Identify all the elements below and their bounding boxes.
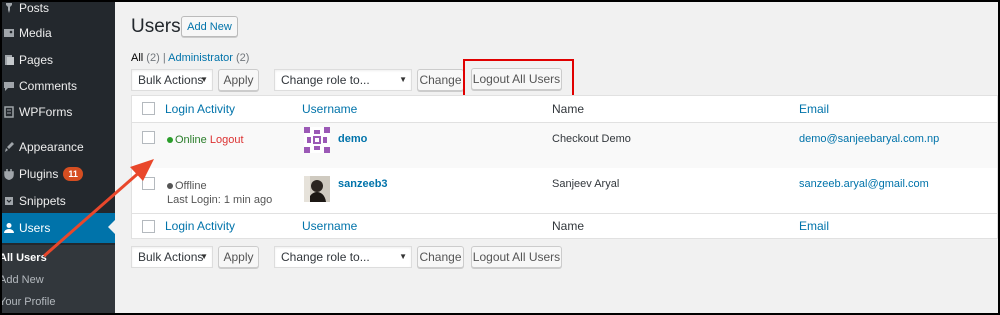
submenu-add-new[interactable]: Add New xyxy=(2,274,44,286)
forms-icon xyxy=(2,105,16,119)
sidebar-item-media[interactable]: Media xyxy=(2,19,115,46)
chevron-down-icon: ▼ xyxy=(200,75,208,84)
chevron-down-icon: ▼ xyxy=(399,252,407,261)
plugins-update-badge: 11 xyxy=(63,166,83,181)
main-content: Users Add New All (2) | Administrator (2… xyxy=(115,2,998,313)
column-email-footer[interactable]: Email xyxy=(799,213,829,239)
column-name-footer: Name xyxy=(552,219,585,233)
pages-icon xyxy=(2,53,16,67)
filter-all-count: (2) xyxy=(146,52,160,64)
table-row: Online Logout demo Checkout Demo demo@sa… xyxy=(132,123,997,168)
sidebar-item-pages[interactable]: Pages xyxy=(2,46,115,73)
role-filter-links: All (2) | Administrator (2) xyxy=(131,52,249,64)
avatar xyxy=(304,176,330,202)
sidebar-item-users[interactable]: Users xyxy=(2,213,115,243)
row-checkbox[interactable] xyxy=(142,177,155,190)
sidebar-item-wpforms[interactable]: WPForms xyxy=(2,98,115,125)
users-submenu: All Users Add New Your Profile xyxy=(2,245,115,313)
filter-separator: | xyxy=(162,52,166,64)
avatar xyxy=(304,127,330,153)
filter-administrator-count: (2) xyxy=(235,52,250,64)
bulk-actions-select-top[interactable]: Bulk Actions ▼ xyxy=(131,69,213,91)
last-login: Last Login: 1 min ago xyxy=(167,194,273,206)
appearance-icon xyxy=(2,140,16,154)
filter-administrator[interactable]: Administrator xyxy=(168,52,233,64)
media-icon xyxy=(2,26,16,40)
column-login-activity-footer[interactable]: Login Activity xyxy=(165,213,235,239)
login-status: Offline xyxy=(167,180,207,192)
column-username-footer[interactable]: Username xyxy=(302,213,357,239)
add-new-user-button[interactable]: Add New xyxy=(181,16,238,37)
row-checkbox[interactable] xyxy=(142,131,155,144)
user-name: Checkout Demo xyxy=(552,133,631,145)
user-email-link[interactable]: sanzeeb.aryal@gmail.com xyxy=(799,178,929,190)
logout-all-users-button-bottom[interactable]: Logout All Users xyxy=(471,246,562,268)
column-login-activity[interactable]: Login Activity xyxy=(165,96,235,122)
comments-icon xyxy=(2,79,16,93)
filter-all[interactable]: All xyxy=(131,52,143,64)
column-email[interactable]: Email xyxy=(799,96,829,122)
sidebar-item-plugins[interactable]: Plugins 11 xyxy=(2,160,115,187)
change-role-button-top[interactable]: Change xyxy=(417,69,464,91)
admin-sidebar: Posts Media Pages Comments WPForms Appea… xyxy=(2,2,115,313)
select-all-checkbox[interactable] xyxy=(142,102,155,115)
change-role-select-bottom[interactable]: Change role to... ▼ xyxy=(274,246,412,268)
plugins-icon xyxy=(2,167,16,181)
submenu-all-users[interactable]: All Users xyxy=(2,252,47,264)
chevron-down-icon: ▼ xyxy=(200,252,208,261)
username-link[interactable]: sanzeeb3 xyxy=(338,178,388,190)
apply-button-bottom[interactable]: Apply xyxy=(218,246,259,268)
logout-user-link[interactable]: Logout xyxy=(210,134,244,146)
bulk-actions-select-bottom[interactable]: Bulk Actions ▼ xyxy=(131,246,213,268)
current-menu-arrow xyxy=(108,220,115,234)
change-role-button-bottom[interactable]: Change xyxy=(417,246,464,268)
page-title: Users xyxy=(131,16,181,37)
sidebar-item-snippets[interactable]: Snippets xyxy=(2,187,115,214)
change-role-select-top[interactable]: Change role to... ▼ xyxy=(274,69,412,91)
pin-icon xyxy=(2,2,16,15)
username-link[interactable]: demo xyxy=(338,133,367,145)
snippets-icon xyxy=(2,194,16,208)
submenu-your-profile[interactable]: Your Profile xyxy=(2,296,55,308)
online-status-dot xyxy=(167,137,173,144)
user-email-link[interactable]: demo@sanjeebaryal.com.np xyxy=(799,133,939,145)
select-all-checkbox-footer[interactable] xyxy=(142,220,155,233)
users-table: Login Activity Username Name Email Onlin… xyxy=(131,95,998,239)
login-status: Online Logout xyxy=(167,134,244,146)
users-icon xyxy=(2,221,16,235)
offline-status-dot xyxy=(167,183,173,190)
column-name: Name xyxy=(552,102,585,116)
column-username[interactable]: Username xyxy=(302,96,357,122)
apply-button-top[interactable]: Apply xyxy=(218,69,259,91)
user-name: Sanjeev Aryal xyxy=(552,178,620,190)
sidebar-item-appearance[interactable]: Appearance xyxy=(2,133,115,160)
chevron-down-icon: ▼ xyxy=(399,75,407,84)
sidebar-item-comments[interactable]: Comments xyxy=(2,72,115,99)
